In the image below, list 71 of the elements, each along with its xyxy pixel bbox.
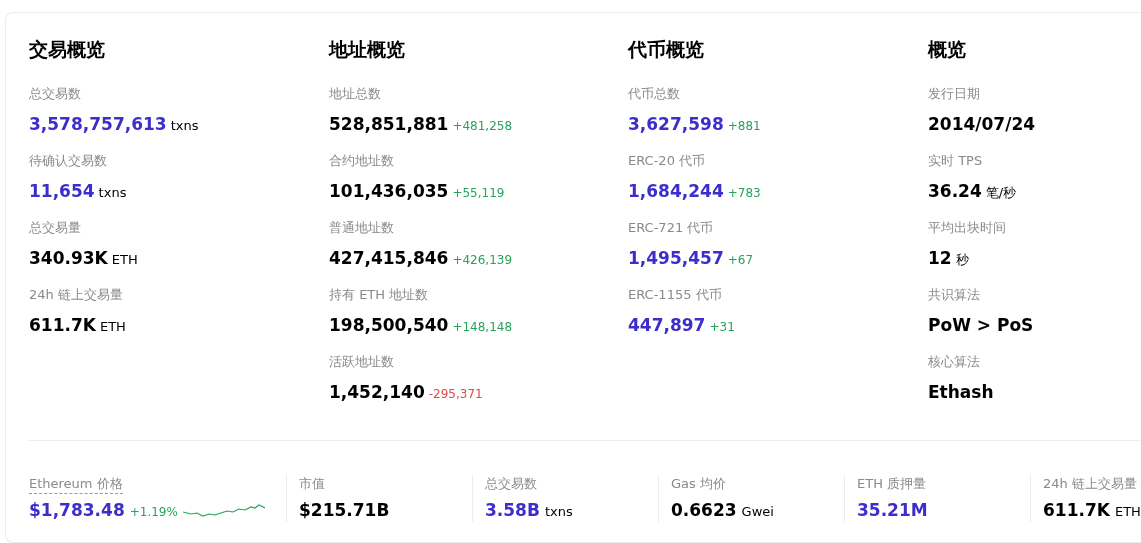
stat-value: 427,415,846 [329,247,449,270]
stat-change: +481,258 [452,119,513,133]
section-title: 概览 [928,37,967,62]
stat-label: 共识算法 [928,286,981,304]
stat-label: 总交易数 [29,85,82,103]
stat-change: +55,119 [452,186,505,200]
stat-label: ERC-20 代币 [628,152,707,170]
stat-unit: ETH [111,252,138,267]
section-title: 交易概览 [29,37,106,62]
stat-label: ERC-721 代币 [628,219,715,237]
summary-unit: Gwei [741,504,774,519]
stat-change: +148,148 [452,320,513,334]
summary-label: 24h 链上交易量 [1043,475,1137,493]
stat-unit: txns [170,118,199,133]
stat-value: 528,851,881 [329,113,449,136]
summary-value: 0.6623 [671,499,737,522]
summary-value: 3.58B [485,499,540,522]
stat-label: 普通地址数 [329,219,395,237]
stat-label: 地址总数 [329,85,382,103]
stat-change: +881 [727,119,761,133]
stat-value: 340.93K [29,247,108,270]
summary-label: 总交易数 [485,475,537,493]
stat-value: 198,500,540 [329,314,449,337]
stat-change: +426,139 [452,253,513,267]
stat-unit: 秒 [955,251,969,269]
stat-label: 待确认交易数 [29,152,108,170]
stat-change: +783 [727,186,761,200]
stat-value: 101,436,035 [329,180,449,203]
summary-value: 611.7K [1043,499,1110,522]
stat-label: ERC-1155 代币 [628,286,723,304]
stat-label: 活跃地址数 [329,353,395,371]
stat-label: 实时 TPS [928,152,984,170]
section-title: 地址概览 [329,37,406,62]
summary-label: Gas 均价 [671,475,726,493]
stat-value: 1,452,140 [329,381,425,404]
stat-value: PoW > PoS [928,314,1034,337]
stat-value: 3,627,598 [628,113,724,136]
stat-unit: 笔/秒 [985,184,1017,202]
summary-unit: txns [544,504,573,519]
summary-label: 市值 [299,475,325,493]
stat-value: 3,578,757,613 [29,113,167,136]
summary-label: Ethereum 价格 [29,475,123,494]
stat-value: 447,897 [628,314,706,337]
stat-change: +31 [709,320,735,334]
stat-label: 合约地址数 [329,152,395,170]
stat-value: 36.24 [928,180,982,203]
stat-label: 持有 ETH 地址数 [329,286,430,304]
stat-value: 2014/07/24 [928,113,1036,136]
section-title: 代币概览 [628,37,705,62]
stat-label: 代币总数 [628,85,681,103]
summary-unit: ETH [1114,504,1141,519]
stat-value: 12 [928,247,952,270]
stat-label: 核心算法 [928,353,981,371]
stat-label: 24h 链上交易量 [29,286,124,304]
stat-value: 1,684,244 [628,180,724,203]
stat-unit: txns [98,185,127,200]
stat-value: 611.7K [29,314,96,337]
stat-change: -295,371 [428,387,483,401]
stat-value: 11,654 [29,180,95,203]
summary-value: $1,783.48 [29,499,125,522]
summary-label: ETH 质押量 [857,475,927,493]
stat-label: 总交易量 [29,219,82,237]
stat-label: 发行日期 [928,85,981,103]
price-change: +1.19% [129,505,178,519]
stat-value: 1,495,457 [628,247,724,270]
summary-value: 35.21M [857,499,928,522]
stat-value: Ethash [928,381,994,404]
stat-unit: ETH [99,319,126,334]
summary-value: $215.71B [299,499,390,522]
stat-change: +67 [727,253,754,267]
stat-label: 平均出块时间 [928,219,1007,237]
